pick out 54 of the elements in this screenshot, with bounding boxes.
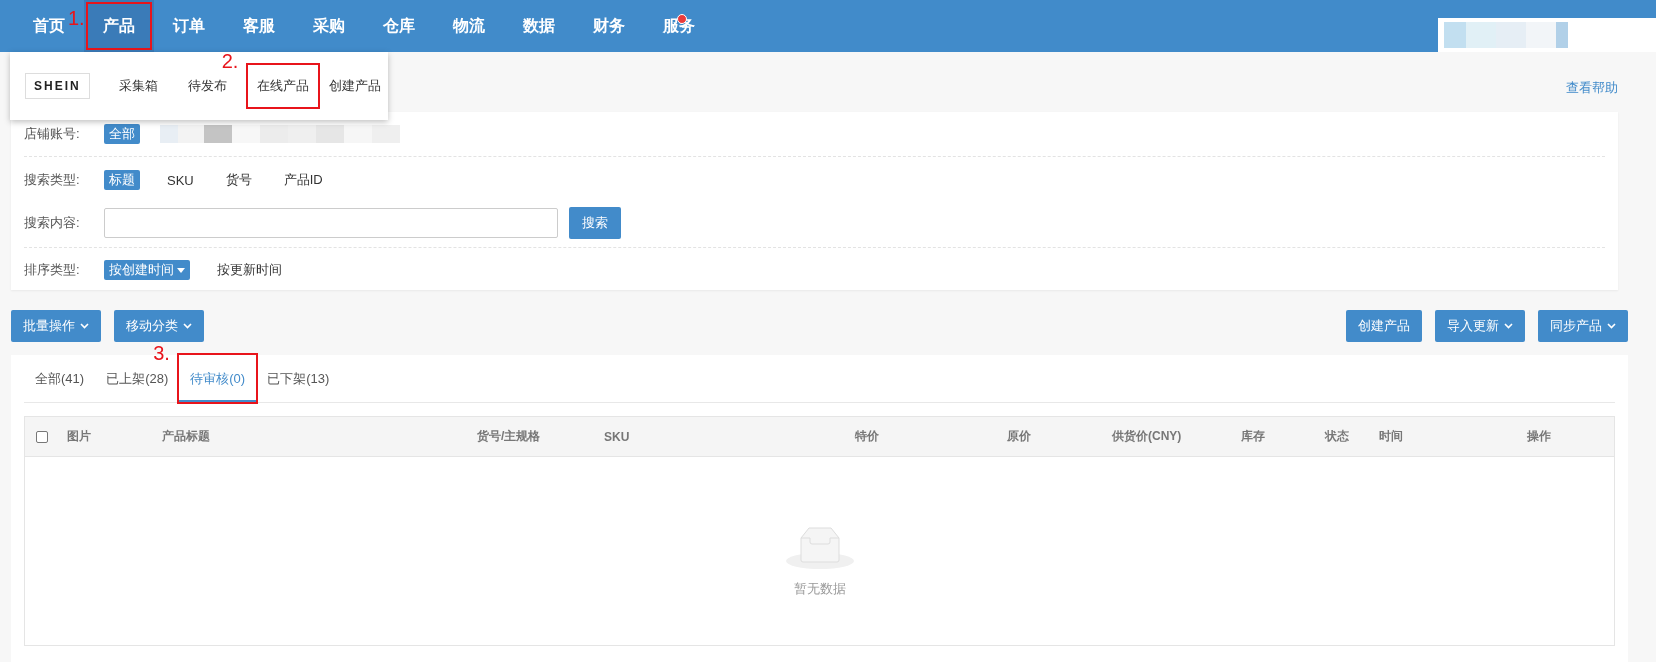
- filter-option[interactable]: 标题: [104, 170, 140, 190]
- status-tab[interactable]: 待审核(0): [179, 355, 257, 402]
- nav-item[interactable]: 物流: [451, 0, 487, 52]
- nav-item[interactable]: 仓库: [381, 0, 417, 52]
- menu-item[interactable]: 在线产品: [247, 65, 318, 107]
- filter-option[interactable]: SKU: [162, 171, 199, 189]
- nav-item[interactable]: 客服: [241, 0, 277, 52]
- filter-label: 店铺账号:: [24, 125, 81, 143]
- filter-option[interactable]: 全部: [104, 124, 140, 144]
- filter-option[interactable]: 按更新时间: [212, 260, 287, 280]
- nav-item[interactable]: 产品: [84, 0, 154, 52]
- shop-logo: SHEIN: [25, 73, 90, 99]
- empty-inbox-icon: [785, 524, 854, 570]
- menu-item[interactable]: 创建产品: [319, 74, 390, 98]
- nav-item[interactable]: 首页: [31, 0, 67, 52]
- column-header: 原价: [1006, 428, 1032, 445]
- toolbar-button[interactable]: 移动分类: [114, 310, 204, 342]
- column-header: 货号/主规格: [476, 428, 542, 445]
- filter-label: 搜索内容:: [24, 214, 81, 232]
- select-all-checkbox[interactable]: [36, 430, 48, 443]
- toolbar-button[interactable]: 批量操作: [11, 310, 101, 342]
- filter-option[interactable]: 产品ID: [278, 170, 328, 190]
- nav-item[interactable]: 订单: [171, 0, 207, 52]
- toolbar-button[interactable]: 创建产品: [1346, 310, 1422, 342]
- column-header: SKU: [603, 429, 631, 444]
- column-header: 特价: [854, 428, 880, 445]
- step-number: 1.: [68, 8, 85, 28]
- column-header: 供货价(CNY): [1111, 428, 1183, 445]
- toolbar-button[interactable]: 导入更新: [1435, 310, 1525, 342]
- help-link[interactable]: 查看帮助: [1566, 79, 1618, 97]
- step-number: 3.: [153, 343, 170, 363]
- column-header: 产品标题: [161, 428, 211, 445]
- filter-label: 搜索类型:: [24, 171, 81, 189]
- column-header: 图片: [66, 428, 92, 445]
- caret-icon: [177, 267, 185, 273]
- menu-item[interactable]: 采集箱: [109, 74, 167, 98]
- nav-item[interactable]: 数据: [521, 0, 557, 52]
- status-tab[interactable]: 全部(41): [24, 355, 96, 402]
- toolbar-button[interactable]: 同步产品: [1538, 310, 1628, 342]
- search-input[interactable]: [104, 208, 558, 238]
- status-tab[interactable]: 已下架(13): [256, 355, 341, 402]
- column-header: 时间: [1378, 428, 1404, 445]
- menu-item[interactable]: 待发布: [178, 74, 236, 98]
- filter-option[interactable]: 货号: [220, 170, 257, 190]
- column-header: 状态: [1323, 428, 1350, 445]
- filter-label: 排序类型:: [24, 261, 81, 279]
- step-number: 2.: [221, 51, 239, 71]
- filter-option[interactable]: 按创建时间: [104, 260, 190, 280]
- nav-item[interactable]: 采购: [311, 0, 347, 52]
- empty-state-text: 暂无数据: [793, 580, 846, 598]
- search-button[interactable]: 搜索: [569, 207, 621, 239]
- nav-item[interactable]: 财务: [591, 0, 627, 52]
- column-header: 库存: [1240, 428, 1266, 445]
- column-header: 操作: [1526, 428, 1552, 445]
